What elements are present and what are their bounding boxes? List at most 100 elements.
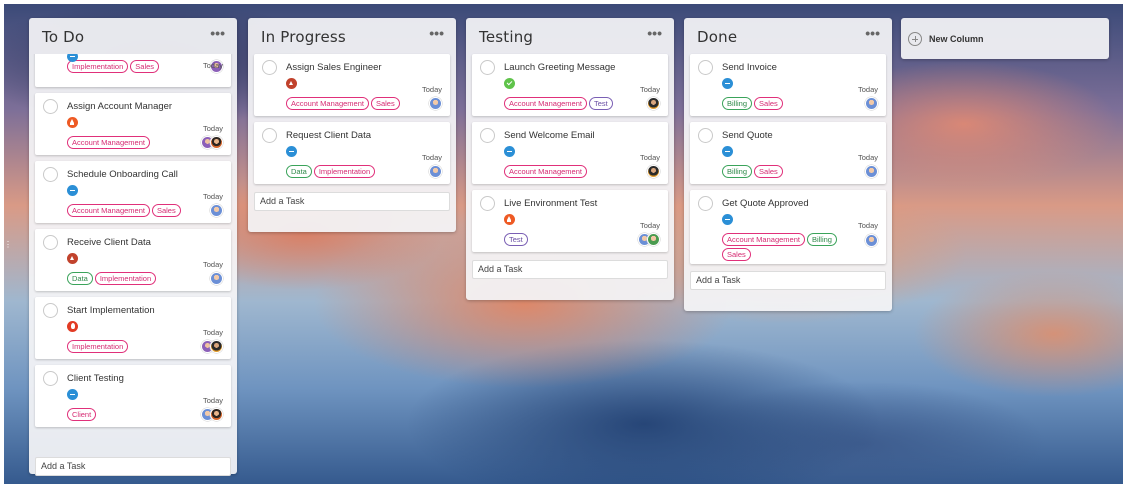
tag[interactable]: Billing — [806, 233, 837, 246]
task-card[interactable]: Client Testing Today Client — [35, 365, 231, 427]
task-title: Live Environment Test — [504, 198, 598, 209]
column-todo: To Do ••• Today Implementation Sales Ass… — [29, 18, 237, 476]
avatar[interactable] — [647, 233, 660, 246]
tag[interactable]: Billing — [722, 97, 753, 110]
avatar[interactable] — [429, 165, 442, 178]
new-column-button[interactable]: New Column — [901, 18, 1109, 59]
column-menu-icon[interactable]: ••• — [210, 26, 225, 40]
column-menu-icon[interactable]: ••• — [647, 26, 662, 40]
tag[interactable]: Sales — [722, 248, 751, 261]
tag[interactable]: Account Management — [67, 204, 150, 217]
tag[interactable]: Account Management — [504, 165, 587, 178]
complete-checkbox[interactable] — [43, 99, 58, 114]
avatar[interactable] — [210, 340, 223, 353]
task-card[interactable]: Today Implementation Sales — [35, 54, 231, 87]
priority-low-icon — [504, 146, 515, 157]
column-title: In Progress — [261, 28, 346, 46]
task-card[interactable]: Get Quote Approved Today Account Managem… — [690, 190, 886, 264]
complete-checkbox[interactable] — [480, 128, 495, 143]
task-card[interactable]: Live Environment Test Today Test — [472, 190, 668, 252]
task-title: Assign Sales Engineer — [286, 62, 382, 73]
column-in-progress: In Progress ••• Assign Sales Engineer To… — [248, 18, 456, 232]
tag[interactable]: Client — [67, 408, 97, 421]
tag[interactable]: Sales — [370, 97, 400, 110]
tag[interactable]: Implementation — [313, 165, 376, 178]
tag[interactable]: Test — [504, 233, 528, 246]
new-column-label: New Column — [929, 33, 984, 44]
task-card[interactable]: Send Quote Today Billing Sales — [690, 122, 886, 184]
column-title: Testing — [479, 28, 534, 46]
avatar[interactable] — [210, 204, 223, 217]
tag[interactable]: Account Management — [504, 97, 587, 110]
tag[interactable]: Data — [286, 165, 312, 178]
avatar[interactable] — [210, 272, 223, 285]
card-list: Today Implementation Sales Assign Accoun… — [29, 54, 237, 449]
column-header: In Progress ••• — [248, 18, 456, 54]
avatar[interactable] — [865, 97, 878, 110]
tag[interactable]: Sales — [130, 60, 160, 73]
tag[interactable]: Account Management — [286, 97, 369, 110]
task-title: Send Quote — [722, 130, 773, 141]
due-date: Today — [421, 153, 442, 162]
complete-checkbox[interactable] — [262, 128, 277, 143]
complete-checkbox[interactable] — [43, 235, 58, 250]
avatar[interactable] — [647, 165, 660, 178]
task-title: Get Quote Approved — [722, 198, 809, 209]
column-header: Testing ••• — [466, 18, 674, 54]
add-task-input[interactable]: Add a Task — [254, 192, 450, 211]
tag[interactable]: Implementation — [94, 272, 157, 285]
tag[interactable]: Sales — [151, 204, 181, 217]
complete-checkbox[interactable] — [698, 196, 713, 211]
complete-checkbox[interactable] — [698, 60, 713, 75]
priority-low-icon — [722, 78, 733, 89]
add-task-input[interactable]: Add a Task — [35, 457, 231, 476]
tag[interactable]: Implementation — [67, 60, 129, 73]
task-card[interactable]: Assign Account Manager Today Account Man… — [35, 93, 231, 155]
resize-grip-icon[interactable]: ⋮ — [4, 241, 12, 249]
avatar[interactable] — [865, 234, 878, 247]
tag[interactable]: Sales — [754, 165, 783, 178]
task-card[interactable]: Start Implementation Today Implementatio… — [35, 297, 231, 359]
tag[interactable]: Sales — [754, 97, 783, 110]
complete-checkbox[interactable] — [480, 60, 495, 75]
column-menu-icon[interactable]: ••• — [429, 26, 444, 40]
tag[interactable]: Implementation — [67, 340, 129, 353]
column-header: Done ••• — [684, 18, 892, 54]
complete-checkbox[interactable] — [698, 128, 713, 143]
column-menu-icon[interactable]: ••• — [865, 26, 880, 40]
avatar[interactable] — [210, 408, 223, 421]
add-task-input[interactable]: Add a Task — [472, 260, 668, 279]
tag[interactable]: Account Management — [722, 233, 805, 246]
task-title: Send Invoice — [722, 62, 777, 73]
avatar[interactable] — [865, 165, 878, 178]
complete-checkbox[interactable] — [43, 371, 58, 386]
complete-checkbox[interactable] — [480, 196, 495, 211]
task-card[interactable]: Assign Sales Engineer Today Account Mana… — [254, 54, 450, 116]
task-card[interactable]: Send Invoice Today Billing Sales — [690, 54, 886, 116]
task-card[interactable]: Request Client Data Today Data Implement… — [254, 122, 450, 184]
avatar[interactable] — [210, 136, 223, 149]
tag[interactable]: Data — [67, 272, 93, 285]
due-date: Today — [857, 153, 878, 162]
avatar[interactable] — [647, 97, 660, 110]
add-task-input[interactable]: Add a Task — [690, 271, 886, 290]
complete-checkbox[interactable] — [262, 60, 277, 75]
task-title: Receive Client Data — [67, 237, 151, 248]
plus-circle-icon — [908, 31, 922, 46]
due-date: Today — [857, 85, 878, 94]
complete-checkbox[interactable] — [43, 167, 58, 182]
task-card[interactable]: Schedule Onboarding Call Today Account M… — [35, 161, 231, 223]
tag[interactable]: Billing — [722, 165, 753, 178]
task-card[interactable]: Send Welcome Email Today Account Managem… — [472, 122, 668, 184]
task-title: Schedule Onboarding Call — [67, 169, 178, 180]
avatar[interactable] — [429, 97, 442, 110]
complete-checkbox[interactable] — [43, 303, 58, 318]
task-title: Launch Greeting Message — [504, 62, 616, 73]
due-date: Today — [421, 85, 442, 94]
task-card[interactable]: Launch Greeting Message Today Account Ma… — [472, 54, 668, 116]
tag[interactable]: Account Management — [67, 136, 150, 149]
task-card[interactable]: Receive Client Data Today Data Implement… — [35, 229, 231, 291]
tag[interactable]: Test — [588, 97, 613, 110]
priority-check-icon — [504, 78, 515, 89]
priority-low-icon — [722, 146, 733, 157]
